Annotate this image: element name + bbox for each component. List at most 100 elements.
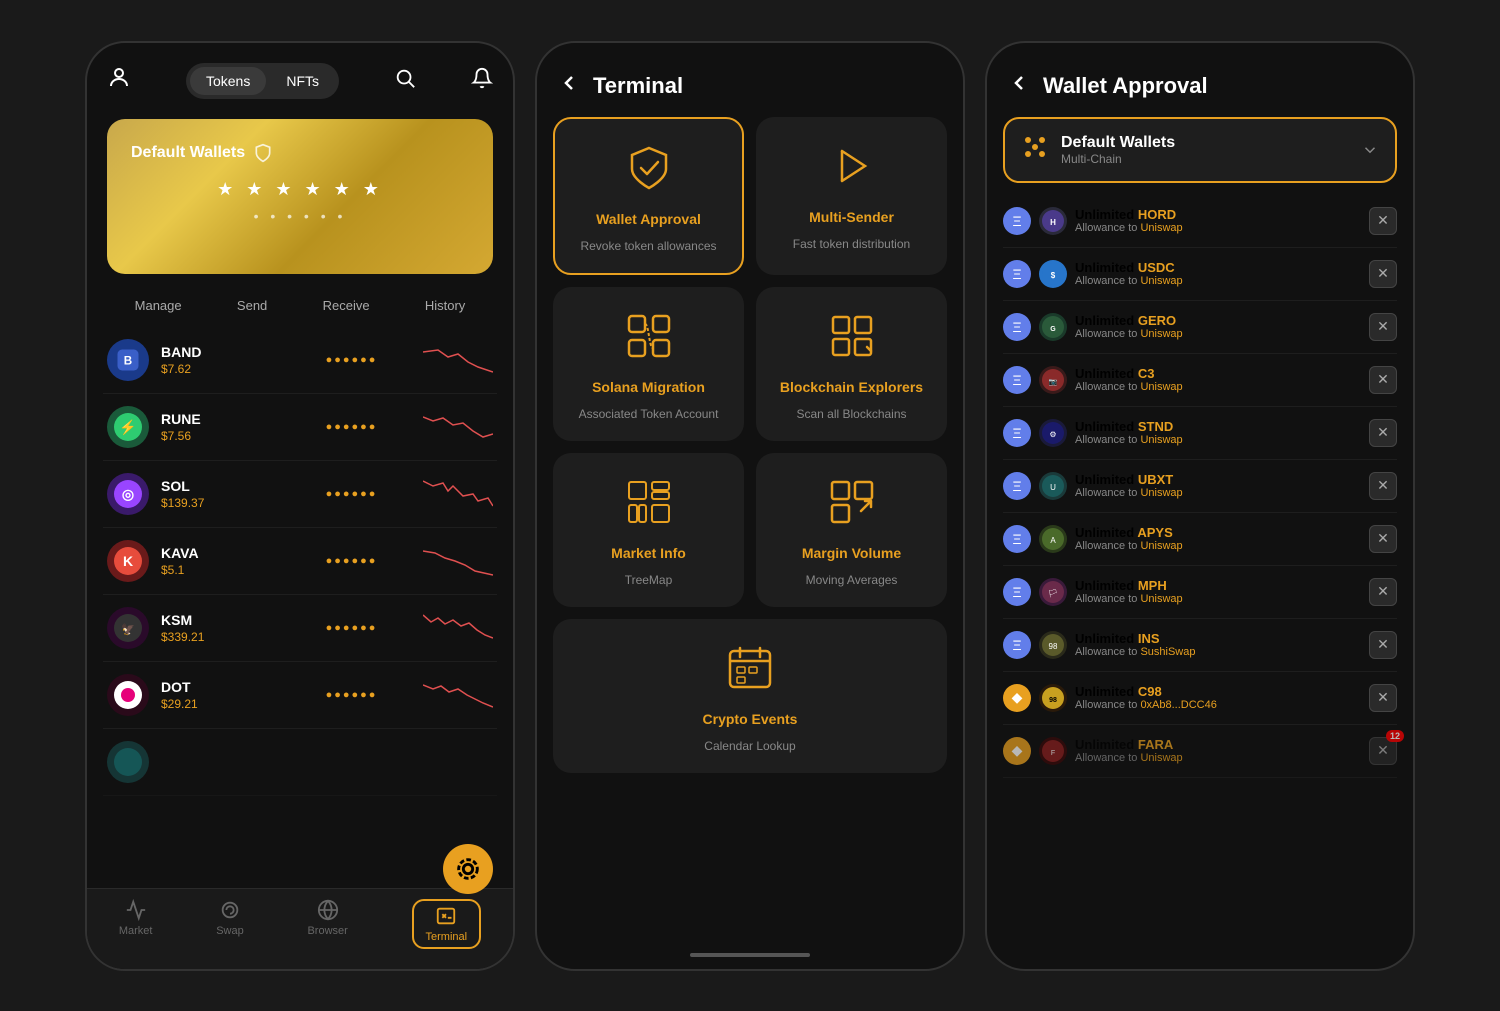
- back-button[interactable]: [1007, 71, 1031, 101]
- terminal-card-blockchain[interactable]: Blockchain Explorers Scan all Blockchain…: [756, 287, 947, 441]
- wallet-sub: Multi-Chain: [1061, 152, 1349, 166]
- eth-chain-icon: Ξ: [1003, 260, 1031, 288]
- terminal-card-market[interactable]: Market Info TreeMap: [553, 453, 744, 607]
- allowance-info-stnd: Unlimited STND Allowance to Uniswap: [1075, 419, 1361, 446]
- svg-text:⚙: ⚙: [1049, 430, 1056, 439]
- revoke-button[interactable]: ✕: [1369, 578, 1397, 606]
- sparkline: [423, 476, 493, 511]
- terminal-card-solana[interactable]: Solana Migration Associated Token Accoun…: [553, 287, 744, 441]
- revoke-button[interactable]: ✕: [1369, 525, 1397, 553]
- allowance-info-c3: Unlimited C3 Allowance to Uniswap: [1075, 366, 1361, 393]
- wallet-selector[interactable]: Default Wallets Multi-Chain: [1003, 117, 1397, 183]
- token-icon-usdc: $: [1039, 260, 1067, 288]
- allowance-info-fara: Unlimited FARA Allowance to Uniswap: [1075, 737, 1361, 764]
- token-dots: ●●●●●●: [292, 555, 411, 567]
- revoke-button[interactable]: ✕ 12: [1369, 737, 1397, 765]
- terminal-card-multi-sender[interactable]: Multi-Sender Fast token distribution: [756, 117, 947, 275]
- tab-nfts[interactable]: NFTs: [270, 67, 335, 95]
- tab-group: Tokens NFTs: [186, 63, 339, 99]
- revoke-button[interactable]: ✕: [1369, 419, 1397, 447]
- nav-terminal[interactable]: Terminal: [412, 899, 482, 949]
- list-item[interactable]: ⚡ RUNE $7.56 ●●●●●●: [103, 394, 497, 461]
- shield-check-icon: [624, 143, 674, 199]
- wallet-selector-info: Default Wallets Multi-Chain: [1061, 134, 1349, 166]
- card-title: Market Info: [611, 545, 686, 561]
- nav-market[interactable]: Market: [119, 899, 153, 949]
- bnb-chain-icon: ◆: [1003, 684, 1031, 712]
- fab-button[interactable]: [443, 844, 493, 894]
- search-icon[interactable]: [394, 67, 416, 95]
- terminal-card-margin[interactable]: Margin Volume Moving Averages: [756, 453, 947, 607]
- wallet-card-title: Default Wallets: [131, 143, 469, 163]
- card-subtitle: Scan all Blockchains: [796, 407, 906, 421]
- tab-tokens[interactable]: Tokens: [190, 67, 266, 95]
- card-subtitle: TreeMap: [625, 573, 673, 587]
- token-info-ksm: KSM $339.21: [161, 612, 280, 644]
- action-receive[interactable]: Receive: [323, 298, 370, 313]
- revoke-button[interactable]: ✕: [1369, 313, 1397, 341]
- allowance-amount: Unlimited C98: [1075, 684, 1361, 699]
- action-history[interactable]: History: [425, 298, 465, 313]
- allowance-item-gero: Ξ G Unlimited GERO Allowance to Uniswap …: [1003, 301, 1397, 354]
- market-icon: [624, 477, 674, 533]
- allowance-item-fara: ◆ F Unlimited FARA Allowance to Uniswap …: [1003, 725, 1397, 778]
- sparkline: [423, 342, 493, 377]
- calendar-icon: [725, 643, 775, 699]
- list-item[interactable]: [103, 729, 497, 796]
- card-subtitle: Associated Token Account: [579, 407, 719, 421]
- token-price: $139.37: [161, 496, 280, 510]
- action-manage[interactable]: Manage: [135, 298, 182, 313]
- revoke-button[interactable]: ✕: [1369, 260, 1397, 288]
- token-name: RUNE: [161, 411, 280, 427]
- nav-swap[interactable]: Swap: [216, 899, 244, 949]
- back-button[interactable]: [557, 71, 581, 101]
- list-item[interactable]: DOT $29.21 ●●●●●●: [103, 662, 497, 729]
- revoke-button[interactable]: ✕: [1369, 366, 1397, 394]
- eth-chain-icon: Ξ: [1003, 419, 1031, 447]
- token-name: KAVA: [161, 545, 280, 561]
- token-info-dot: DOT $29.21: [161, 679, 280, 711]
- list-item[interactable]: B BAND $7.62 ●●●●●●: [103, 327, 497, 394]
- terminal-card-wallet-approval[interactable]: Wallet Approval Revoke token allowances: [553, 117, 744, 275]
- token-icon-ins: 98: [1039, 631, 1067, 659]
- svg-text:F: F: [1051, 750, 1055, 757]
- token-icon-mph: 🏳: [1039, 578, 1067, 606]
- token-dots: ●●●●●●: [292, 354, 411, 366]
- eth-chain-icon: Ξ: [1003, 631, 1031, 659]
- revoke-button[interactable]: ✕: [1369, 631, 1397, 659]
- profile-icon[interactable]: [107, 66, 131, 96]
- allowance-to: Allowance to Uniswap: [1075, 593, 1361, 605]
- svg-text:🏳: 🏳: [1048, 589, 1058, 598]
- svg-text:B: B: [124, 354, 132, 367]
- list-item[interactable]: ◎ SOL $139.37 ●●●●●●: [103, 461, 497, 528]
- allowance-item-ins: Ξ 98 Unlimited INS Allowance to SushiSwa…: [1003, 619, 1397, 672]
- token-info-kava: KAVA $5.1: [161, 545, 280, 577]
- migration-icon: [624, 311, 674, 367]
- nav-browser[interactable]: Browser: [307, 899, 347, 949]
- wallet-card[interactable]: Default Wallets ★ ★ ★ ★ ★ ★ • • • • • •: [107, 119, 493, 274]
- allowance-to: Allowance to 0xAb8...DCC46: [1075, 699, 1361, 711]
- allowance-list: Ξ H Unlimited HORD Allowance to Uniswap …: [987, 195, 1413, 965]
- token-logo-extra: [107, 741, 149, 783]
- token-logo-dot: [107, 674, 149, 716]
- sparkline: [423, 610, 493, 645]
- svg-text:📷: 📷: [1049, 378, 1058, 386]
- list-item[interactable]: 🦅 KSM $339.21 ●●●●●●: [103, 595, 497, 662]
- revoke-button[interactable]: ✕: [1369, 472, 1397, 500]
- sparkline: [423, 409, 493, 444]
- allowance-amount: Unlimited C3: [1075, 366, 1361, 381]
- revoke-button[interactable]: ✕: [1369, 684, 1397, 712]
- revoke-button[interactable]: ✕: [1369, 207, 1397, 235]
- card-title: Wallet Approval: [596, 211, 701, 227]
- notification-icon[interactable]: [471, 67, 493, 95]
- token-logo-rune: ⚡: [107, 406, 149, 448]
- allowance-info-apys: Unlimited APYS Allowance to Uniswap: [1075, 525, 1361, 552]
- screen2-terminal: Terminal Wallet Approval Revoke token al…: [535, 41, 965, 971]
- allowance-item-c98: ◆ 98 Unlimited C98 Allowance to 0xAb8...…: [1003, 672, 1397, 725]
- screen3-wallet-approval: Wallet Approval Default Wallets Multi-Ch…: [985, 41, 1415, 971]
- action-send[interactable]: Send: [237, 298, 267, 313]
- allowance-info-hord: Unlimited HORD Allowance to Uniswap: [1075, 207, 1361, 234]
- token-logo-band: B: [107, 339, 149, 381]
- terminal-card-crypto-events[interactable]: Crypto Events Calendar Lookup: [553, 619, 947, 773]
- list-item[interactable]: K KAVA $5.1 ●●●●●●: [103, 528, 497, 595]
